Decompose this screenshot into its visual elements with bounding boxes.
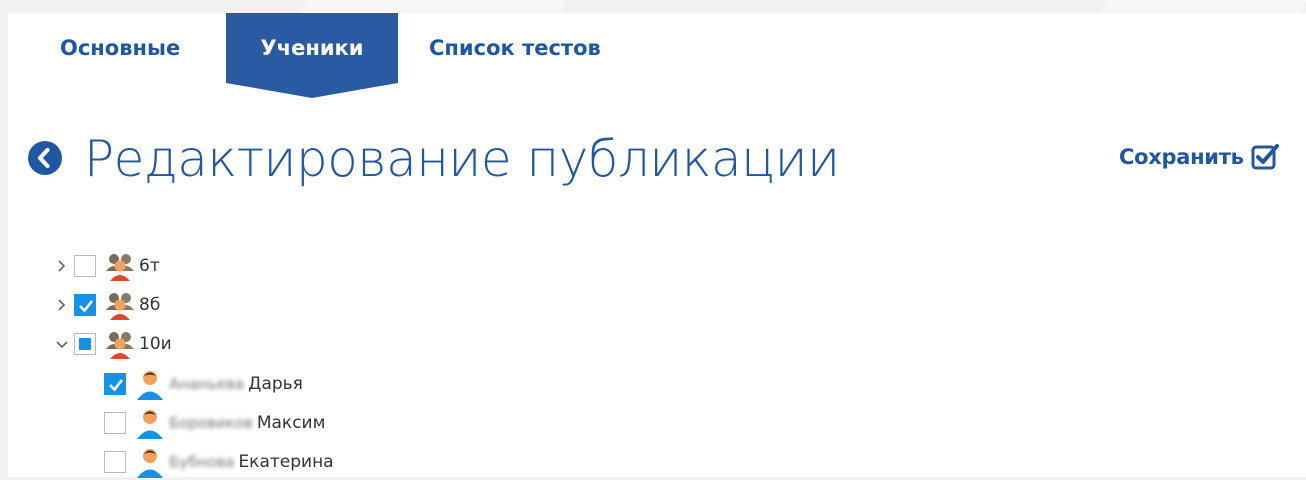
tree-group-row: 6т (52, 248, 160, 284)
user-icon (137, 371, 163, 400)
tree-group-row: 8б (52, 287, 160, 323)
group-checkbox[interactable] (74, 255, 96, 277)
checkbox-checked-icon (1251, 144, 1279, 170)
user-icon (137, 449, 163, 478)
student-first-name: Дарья (248, 374, 303, 394)
student-surname-redacted: Боровиков (169, 414, 253, 432)
chevron-right-icon[interactable] (52, 295, 72, 315)
save-button[interactable]: Сохранить (1119, 137, 1280, 177)
tab-main[interactable]: Основные (60, 13, 180, 83)
main-panel: Основные Ученики Список тестов Редактиро… (8, 13, 1306, 480)
chevron-down-icon[interactable] (52, 334, 72, 354)
tab-students[interactable]: Ученики (226, 13, 398, 98)
student-label[interactable]: Боровиков Максим (169, 413, 325, 433)
group-checkbox[interactable] (74, 333, 96, 355)
group-icon (106, 293, 134, 320)
group-icon (106, 254, 134, 281)
student-checkbox[interactable] (104, 451, 126, 473)
student-label[interactable]: Ананьева Дарья (169, 374, 303, 394)
student-surname-redacted: Бубнова (169, 453, 235, 471)
page-title: Редактирование публикации (84, 130, 840, 188)
group-checkbox[interactable] (74, 294, 96, 316)
student-first-name: Максим (256, 413, 326, 433)
student-first-name: Екатерина (238, 452, 334, 472)
active-tab-pointer (226, 83, 398, 98)
group-label[interactable]: 8б (139, 295, 160, 315)
tree-student-row: Ананьева Дарья (102, 366, 303, 402)
tree-group-row: 10и (52, 326, 172, 362)
tab-tests-list[interactable]: Список тестов (429, 13, 601, 83)
group-icon (106, 332, 134, 359)
group-label[interactable]: 6т (139, 256, 160, 276)
tree-student-row: Бубнова Екатерина (102, 444, 334, 480)
student-label[interactable]: Бубнова Екатерина (169, 452, 334, 472)
student-checkbox[interactable] (104, 373, 126, 395)
student-checkbox[interactable] (104, 412, 126, 434)
chevron-right-icon[interactable] (52, 256, 72, 276)
tab-students-label: Ученики (260, 36, 364, 60)
user-icon (137, 410, 163, 439)
student-surname-redacted: Ананьева (169, 375, 245, 393)
back-circle-icon[interactable] (28, 141, 62, 175)
group-label[interactable]: 10и (139, 334, 172, 354)
save-label: Сохранить (1119, 145, 1244, 169)
tree-student-row: Боровиков Максим (102, 405, 325, 441)
